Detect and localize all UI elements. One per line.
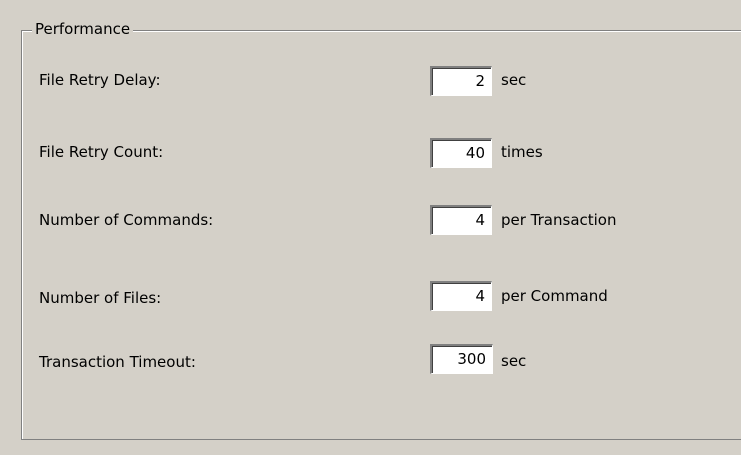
transaction-timeout-label: Transaction Timeout:	[39, 353, 196, 371]
file-retry-delay-unit: sec	[501, 71, 527, 89]
file-retry-count-label: File Retry Count:	[39, 143, 164, 161]
number-of-files-unit: per Command	[501, 287, 608, 305]
performance-groupbox	[21, 30, 741, 440]
transaction-timeout-unit: sec	[501, 352, 527, 370]
number-of-commands-label: Number of Commands:	[39, 211, 214, 229]
file-retry-count-unit: times	[501, 143, 543, 161]
file-retry-delay-label: File Retry Delay:	[39, 71, 161, 89]
number-of-commands-input[interactable]: 4	[430, 205, 492, 235]
file-retry-delay-input[interactable]: 2	[430, 66, 492, 96]
number-of-files-input[interactable]: 4	[430, 281, 492, 311]
number-of-commands-unit: per Transaction	[501, 211, 617, 229]
transaction-timeout-input[interactable]: 300	[430, 344, 493, 374]
file-retry-count-input[interactable]: 40	[430, 138, 492, 168]
number-of-files-label: Number of Files:	[39, 289, 162, 307]
performance-group-title: Performance	[32, 20, 134, 38]
